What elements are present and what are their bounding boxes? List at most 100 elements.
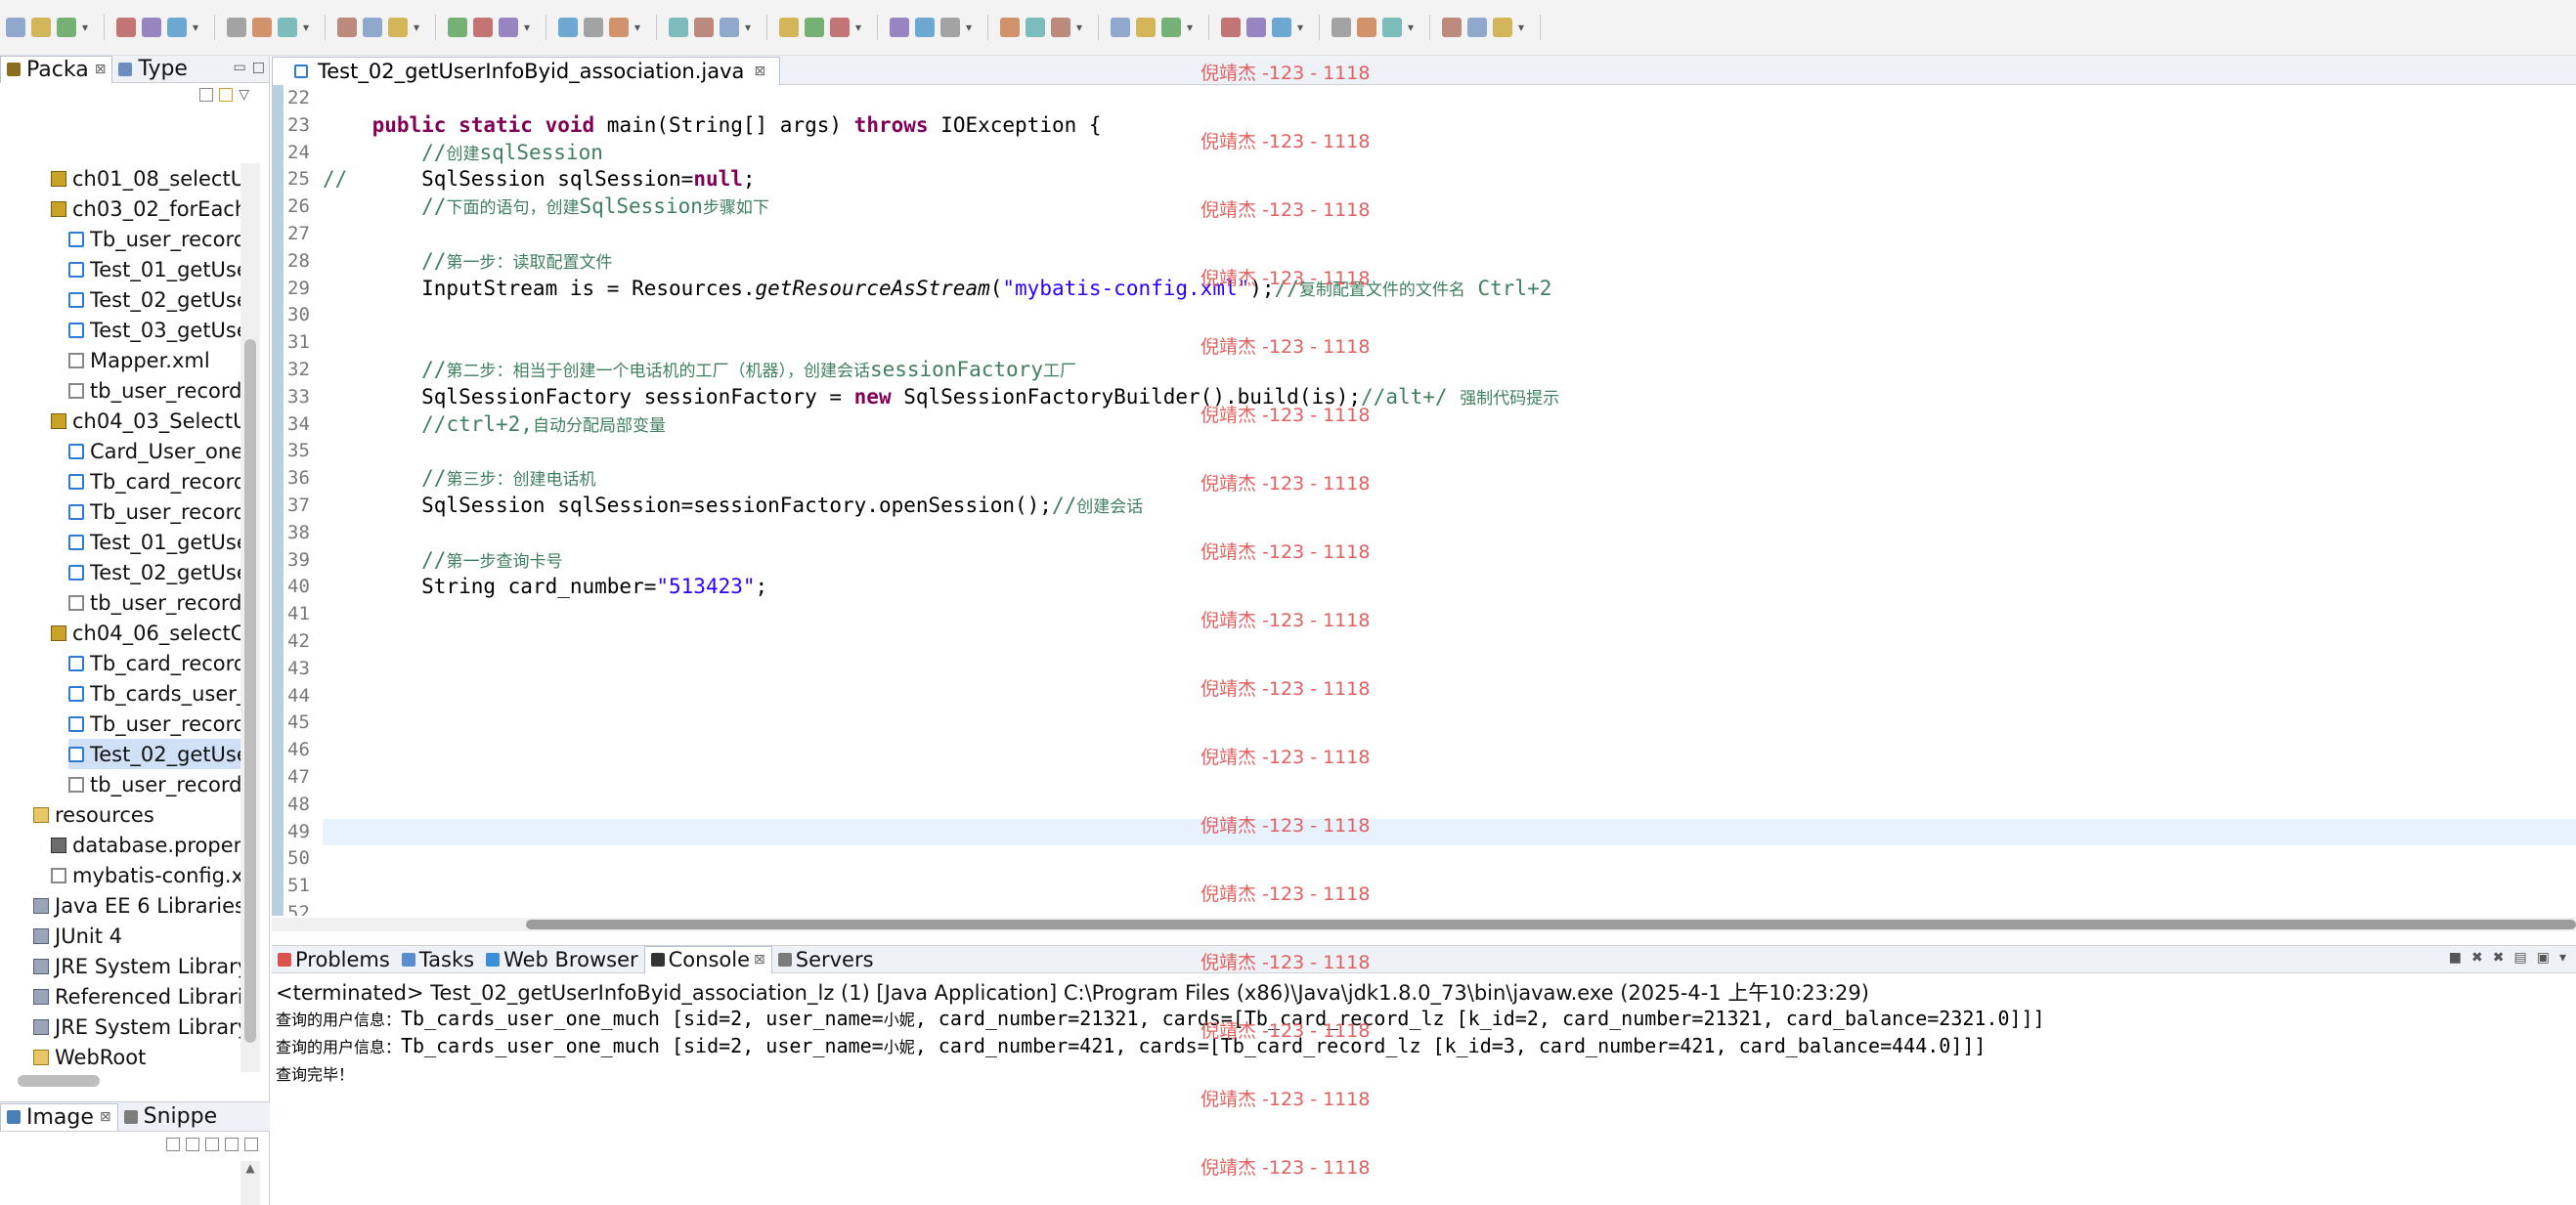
- code-line[interactable]: SqlSessionFactory sessionFactory = new S…: [323, 384, 2576, 410]
- display-console-icon[interactable]: ▾: [2559, 950, 2566, 966]
- tab-snippets[interactable]: Snippe: [118, 1103, 224, 1131]
- tab-servers[interactable]: Servers: [772, 946, 880, 973]
- tree-item[interactable]: tb_user_record: [68, 769, 240, 799]
- code-line[interactable]: [323, 656, 2576, 682]
- toolbar-icon[interactable]: [1467, 18, 1487, 37]
- dropdown-arrow-icon[interactable]: ▾: [966, 21, 976, 34]
- tree-item[interactable]: Test_01_getUse: [68, 254, 240, 284]
- toolbar-icon[interactable]: [1136, 18, 1156, 37]
- tree-item[interactable]: Card_User_one: [68, 436, 240, 466]
- code-line[interactable]: [323, 873, 2576, 899]
- tree-item[interactable]: Tb_user_record: [68, 224, 240, 254]
- tree-item[interactable]: JRE System Library: [33, 951, 240, 981]
- toolbar-icon[interactable]: [473, 18, 493, 37]
- collapse-all-icon[interactable]: [199, 88, 214, 102]
- maximize-icon[interactable]: □: [252, 60, 265, 75]
- toolbar-icon[interactable]: [1026, 18, 1045, 37]
- code-line[interactable]: [323, 438, 2576, 464]
- code-line[interactable]: //第三步：创建电话机: [323, 465, 2576, 492]
- code-line[interactable]: [323, 764, 2576, 791]
- dropdown-arrow-icon[interactable]: ▾: [1076, 21, 1086, 34]
- toolbar-icon[interactable]: [1332, 18, 1351, 37]
- tree-item[interactable]: JRE System Library: [33, 1011, 240, 1042]
- dropdown-arrow-icon[interactable]: ▾: [634, 21, 644, 34]
- code-line[interactable]: [323, 85, 2576, 111]
- code-line[interactable]: InputStream is = Resources.getResourceAs…: [323, 276, 2576, 302]
- tab-type-hierarchy[interactable]: Type: [112, 56, 194, 83]
- dropdown-arrow-icon[interactable]: ▾: [745, 21, 755, 34]
- toolbar-icon[interactable]: [1221, 18, 1241, 37]
- toolbar-icon[interactable]: [1111, 18, 1130, 37]
- terminate-icon[interactable]: ■: [2449, 950, 2462, 966]
- dropdown-arrow-icon[interactable]: ▾: [1408, 21, 1418, 34]
- code-line[interactable]: [323, 221, 2576, 247]
- tree-item[interactable]: ch01_08_selectU: [51, 163, 240, 194]
- toolbar-icon[interactable]: [337, 18, 357, 37]
- tab-image[interactable]: Image ⊠: [0, 1102, 118, 1131]
- toolbar-icon[interactable]: [116, 18, 136, 37]
- tree-item[interactable]: Test_03_getUse: [68, 315, 240, 345]
- tree-item[interactable]: Test_01_getUse: [68, 527, 240, 557]
- code-line[interactable]: [323, 329, 2576, 356]
- scroll-lock-icon[interactable]: ▤: [2514, 950, 2527, 966]
- pin-console-icon[interactable]: ▣: [2537, 950, 2550, 966]
- code-line[interactable]: //第一步：读取配置文件: [323, 248, 2576, 275]
- tree-item[interactable]: tb_user_record: [68, 587, 240, 618]
- code-line[interactable]: //第二步：相当于创建一个电话机的工厂（机器），创建会话sessionFacto…: [323, 357, 2576, 383]
- toolbar-icon[interactable]: [57, 18, 76, 37]
- code-area[interactable]: public static void main(String[] args) t…: [323, 85, 2576, 916]
- dropdown-arrow-icon[interactable]: ▾: [414, 21, 423, 34]
- code-line[interactable]: [323, 302, 2576, 328]
- toolbar-icon[interactable]: [31, 18, 51, 37]
- toolbar-icon[interactable]: [1161, 18, 1181, 37]
- toolbar-icon[interactable]: [1382, 18, 1402, 37]
- tree-item[interactable]: Test_02_getUse: [68, 557, 240, 587]
- tree-item[interactable]: ch03_02_forEach: [51, 194, 240, 224]
- zoom-in-icon[interactable]: [205, 1138, 219, 1151]
- code-line[interactable]: [323, 710, 2576, 736]
- code-line[interactable]: //ctrl+2,自动分配局部变量: [323, 411, 2576, 438]
- fit-icon[interactable]: [166, 1138, 180, 1151]
- tree-item[interactable]: mybatis-config.x: [51, 860, 240, 890]
- code-line[interactable]: [323, 845, 2576, 872]
- tree-scroll-thumb[interactable]: [244, 339, 256, 1043]
- code-line[interactable]: String card_number="513423";: [323, 574, 2576, 600]
- scroll-up-icon[interactable]: ▲: [240, 1161, 260, 1175]
- tree-item[interactable]: Referenced Librarie: [33, 981, 240, 1011]
- toolbar-icon[interactable]: [1000, 18, 1020, 37]
- toolbar-icon[interactable]: [890, 18, 909, 37]
- code-line[interactable]: [323, 601, 2576, 627]
- tree-item[interactable]: tb_user_record: [68, 375, 240, 406]
- toolbar-icon[interactable]: [252, 18, 272, 37]
- close-icon[interactable]: ⊠: [754, 64, 765, 79]
- code-line[interactable]: [323, 520, 2576, 546]
- tree-item[interactable]: ch04_06_selectCa: [51, 618, 240, 648]
- toolbar-icon[interactable]: [915, 18, 935, 37]
- remove-all-icon[interactable]: ✖: [2493, 950, 2505, 966]
- tab-web-browser[interactable]: Web Browser: [480, 946, 644, 973]
- code-line[interactable]: [323, 628, 2576, 655]
- tree-item[interactable]: database.propert: [51, 830, 240, 860]
- tree-item[interactable]: Tb_card_record: [68, 466, 240, 496]
- tree-item[interactable]: Tb_user_record: [68, 709, 240, 739]
- dropdown-arrow-icon[interactable]: ▾: [524, 21, 534, 34]
- code-line[interactable]: [323, 683, 2576, 710]
- toolbar-icon[interactable]: [1246, 18, 1266, 37]
- toolbar-icon[interactable]: [499, 18, 518, 37]
- remove-launch-icon[interactable]: ✖: [2471, 950, 2483, 966]
- link-editor-icon[interactable]: [219, 88, 234, 102]
- toolbar-icon[interactable]: [167, 18, 187, 37]
- code-line[interactable]: //创建sqlSession: [323, 140, 2576, 166]
- tab-tasks[interactable]: Tasks: [396, 946, 480, 973]
- code-line[interactable]: [323, 792, 2576, 818]
- dropdown-arrow-icon[interactable]: ▾: [1187, 21, 1197, 34]
- toolbar-icon[interactable]: [779, 18, 799, 37]
- toolbar-icon[interactable]: [830, 18, 850, 37]
- tree-item[interactable]: Test_02_getUse: [68, 284, 240, 315]
- tab-editor-file[interactable]: Test_02_getUserInfoByid_association.java…: [272, 57, 781, 85]
- code-line[interactable]: //下面的语句，创建SqlSession步骤如下: [323, 194, 2576, 220]
- toolbar-icon[interactable]: [940, 18, 960, 37]
- tree-item[interactable]: JUnit 4: [33, 921, 122, 951]
- code-line[interactable]: SqlSession sqlSession=sessionFactory.ope…: [323, 493, 2576, 519]
- toolbar-icon[interactable]: [448, 18, 467, 37]
